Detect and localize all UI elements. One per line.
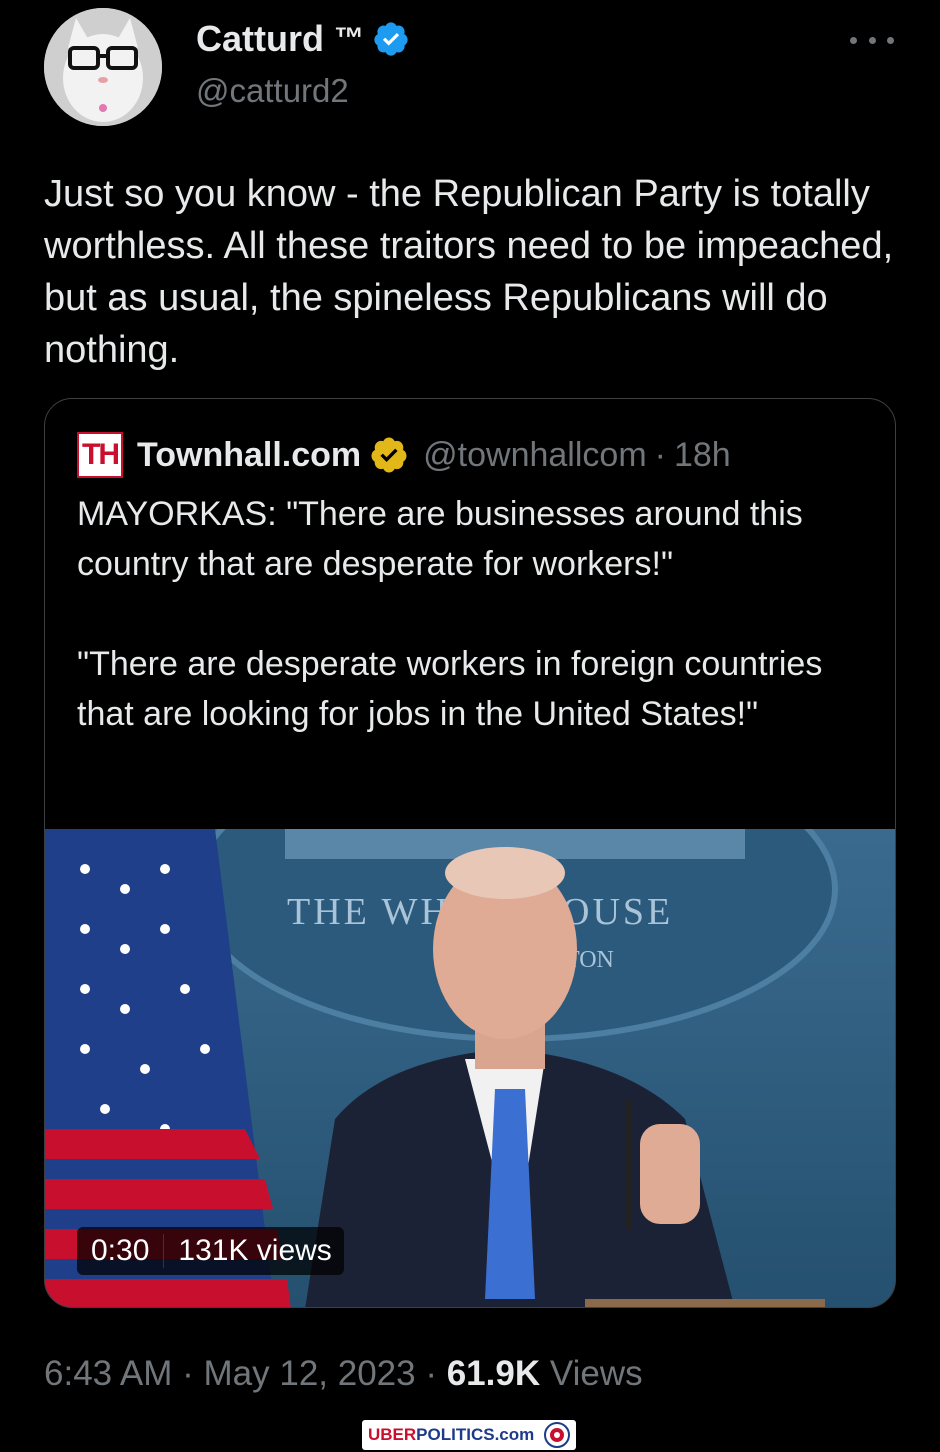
views-label-space <box>540 1354 550 1394</box>
quoted-display-name[interactable]: Townhall.com <box>137 436 361 475</box>
quoted-tweet-text: MAYORKAS: "There are businesses around t… <box>77 495 823 733</box>
views-label: Views <box>549 1354 643 1393</box>
watermark-domain: .com <box>494 1425 535 1444</box>
quoted-tweet-header: TH Townhall.com @townhallcom · 18h <box>77 431 731 479</box>
video-player[interactable]: THE WHITE HOUSE TON <box>45 829 895 1307</box>
views-count[interactable]: 61.9K <box>447 1354 540 1394</box>
author-handle[interactable]: @catturd2 <box>196 72 349 110</box>
uberpolitics-watermark: UBER POLITICS .com <box>362 1420 577 1450</box>
cat-avatar-icon <box>44 8 162 126</box>
author-name-text: Catturd <box>196 18 324 59</box>
separator-dot: · <box>415 1354 447 1393</box>
tweet-text: Just so you know - the Republican Party … <box>44 173 894 371</box>
trademark-symbol: ™ <box>334 22 364 55</box>
watermark-uber: UBER <box>368 1425 417 1444</box>
seal-icon <box>544 1422 571 1448</box>
quoted-tweet-card[interactable]: TH Townhall.com @townhallcom · 18h MAYOR… <box>44 398 896 1308</box>
quoted-age: 18h <box>673 435 731 474</box>
watermark-politics: POLITICS <box>416 1425 495 1444</box>
video-duration: 0:30 <box>91 1234 150 1267</box>
video-info-badge: 0:30 131K views <box>77 1227 344 1275</box>
author-display-name[interactable]: Catturd ™ <box>196 18 410 60</box>
separator-dot: · <box>654 435 666 474</box>
avatar[interactable] <box>44 8 162 126</box>
video-views: 131K views <box>163 1234 343 1268</box>
tweet-meta: 6:43 AM · May 12, 2023 · 61.9K Views <box>44 1354 643 1394</box>
quoted-handle[interactable]: @townhallcom <box>423 436 647 475</box>
gold-verified-badge-icon <box>371 437 407 473</box>
verified-badge-icon <box>374 22 408 56</box>
townhall-logo[interactable]: TH <box>77 432 123 478</box>
tweet-timestamp[interactable]: 6:43 AM · May 12, 2023 <box>44 1354 416 1394</box>
more-options-icon[interactable] <box>850 30 894 50</box>
